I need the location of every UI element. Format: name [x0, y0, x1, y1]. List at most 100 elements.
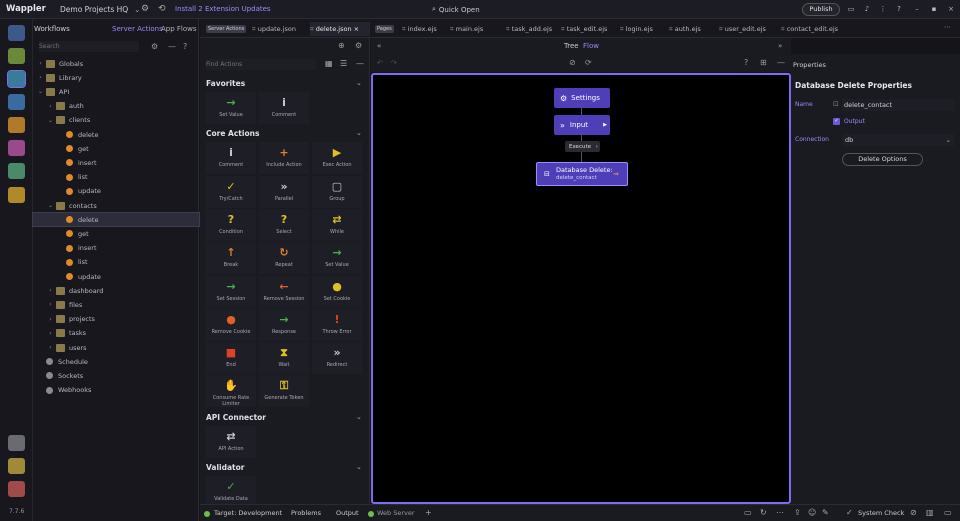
workflow-search-input[interactable]: [39, 41, 139, 52]
undo-icon[interactable]: ↶: [377, 59, 383, 67]
action-tile[interactable]: → Set Value: [312, 242, 362, 275]
disable-icon[interactable]: ⊘: [569, 58, 576, 67]
action-tile[interactable]: + Include Action: [259, 142, 309, 175]
extension-updates-link[interactable]: Install 2 Extension Updates: [175, 5, 271, 13]
action-tile[interactable]: ? Select: [259, 208, 309, 241]
name-input[interactable]: delete_contact: [842, 99, 954, 111]
action-tile[interactable]: ✋ Consume Rate Limiter: [206, 375, 256, 408]
action-tile[interactable]: ✓ Try/Catch: [206, 175, 256, 208]
help-icon[interactable]: ?: [744, 58, 748, 67]
tree-item[interactable]: › projects: [33, 313, 199, 326]
action-tile[interactable]: ▶ Exec Action: [312, 142, 362, 175]
tree-item[interactable]: › users: [33, 341, 199, 354]
tree-item[interactable]: › Library: [33, 71, 199, 84]
more-icon[interactable]: ⋯: [776, 508, 784, 517]
collapse-icon[interactable]: —: [777, 58, 785, 67]
tree-item[interactable]: list: [33, 171, 199, 184]
refresh-icon[interactable]: ↻: [760, 508, 767, 517]
input-node[interactable]: » Input ▶: [554, 115, 610, 135]
action-tile[interactable]: » Redirect: [312, 342, 362, 375]
collapse-icon[interactable]: —: [356, 59, 364, 68]
help-icon[interactable]: ?: [894, 4, 904, 14]
action-tile[interactable]: » Parallel: [259, 175, 309, 208]
link-icon[interactable]: ⟳: [585, 58, 592, 67]
redo-icon[interactable]: ↷: [391, 59, 397, 67]
flow-view-toggle[interactable]: Flow: [583, 42, 599, 50]
webserver-tab[interactable]: Web Server: [377, 509, 415, 517]
action-tile[interactable]: → Set Value: [206, 92, 256, 124]
list-view-icon[interactable]: ☰: [340, 59, 347, 68]
action-tile[interactable]: ⇄ API Action: [206, 425, 256, 458]
share-icon[interactable]: ⇪: [794, 508, 801, 517]
database-delete-node[interactable]: ⊟ Database Delete: delete_contact ⇒: [536, 162, 628, 186]
tree-item[interactable]: get: [33, 227, 199, 240]
gear-icon[interactable]: ⚙: [355, 41, 362, 50]
add-icon[interactable]: +: [425, 508, 432, 517]
action-tile[interactable]: i Comment: [206, 142, 256, 175]
output-checkbox[interactable]: ✓: [833, 118, 840, 125]
action-tile[interactable]: ⚿ Generate Token: [259, 375, 309, 408]
more-icon[interactable]: ⋯: [944, 23, 951, 31]
add-icon[interactable]: ⊕: [338, 41, 345, 50]
settings-node[interactable]: ⚙ Settings: [554, 88, 610, 108]
section-header[interactable]: Core Actions: [206, 129, 259, 138]
help-icon[interactable]: ?: [183, 42, 187, 51]
editor-tab[interactable]: ⌗ auth.ejs: [669, 22, 719, 36]
action-tile[interactable]: ■ End: [206, 342, 256, 375]
add-step-icon[interactable]: ⊞: [760, 58, 767, 67]
tree-item[interactable]: ⌄ contacts: [33, 199, 199, 212]
target-selector[interactable]: Target: Development: [214, 509, 282, 517]
connection-select[interactable]: db ⌄: [842, 134, 954, 146]
quick-open-button[interactable]: ⌕ Quick Open: [432, 5, 480, 14]
tree-item[interactable]: › Globals: [33, 57, 199, 70]
server-connect-icon[interactable]: [7, 70, 26, 88]
tree-item[interactable]: list: [33, 256, 199, 269]
action-tile[interactable]: → Set Session: [206, 275, 256, 308]
action-tile[interactable]: i Comment: [259, 92, 309, 124]
action-tile[interactable]: ← Remove Session: [259, 275, 309, 308]
editor-tab[interactable]: ⌗ task_add.ejs: [506, 22, 561, 36]
chevron-down-icon[interactable]: ⌄: [356, 413, 362, 421]
gear-icon[interactable]: [8, 458, 25, 474]
expand-icon[interactable]: »: [778, 42, 782, 50]
tree-item[interactable]: update: [33, 185, 199, 198]
tree-item[interactable]: › auth: [33, 100, 199, 113]
database-icon[interactable]: [8, 94, 25, 110]
problems-tab[interactable]: Problems: [291, 509, 321, 517]
tree-view-toggle[interactable]: Tree: [564, 42, 579, 50]
editor-tab[interactable]: ⌗ user_edit.ejs: [719, 22, 781, 36]
design-icon[interactable]: [8, 140, 25, 156]
settings-icon[interactable]: ⚙: [151, 42, 158, 51]
tree-item[interactable]: ⌄ clients: [33, 114, 199, 127]
tree-item[interactable]: update: [33, 270, 199, 283]
chevron-down-icon[interactable]: ⌄: [356, 79, 362, 87]
tree-item[interactable]: get: [33, 142, 199, 155]
chevron-down-icon[interactable]: ⌄: [356, 129, 362, 137]
action-tile[interactable]: ● Set Cookie: [312, 275, 362, 308]
layout-icon[interactable]: ▭: [846, 4, 856, 14]
flow-canvas[interactable]: ⚙ Settings » Input ▶ Execute › ⊟ Databas…: [371, 73, 791, 504]
grid-view-icon[interactable]: ▦: [325, 59, 333, 68]
action-tile[interactable]: ? Condition: [206, 208, 256, 241]
tree-item[interactable]: ⌄ API: [33, 85, 199, 98]
action-tile[interactable]: ⇄ While: [312, 208, 362, 241]
system-check-button[interactable]: System Check: [858, 509, 904, 517]
tree-item[interactable]: › dashboard: [33, 284, 199, 297]
action-tile[interactable]: ! Throw Error: [312, 308, 362, 341]
maximize-icon[interactable]: ▪: [929, 4, 939, 14]
close-tab-icon[interactable]: ×: [352, 25, 359, 33]
output-tab[interactable]: Output: [336, 509, 359, 517]
robot-icon[interactable]: [8, 187, 25, 203]
disable-icon[interactable]: ⊘: [910, 508, 917, 517]
tree-item[interactable]: delete: [33, 128, 199, 141]
section-header[interactable]: Validator: [206, 463, 244, 472]
publish-button[interactable]: Publish: [802, 3, 840, 16]
account-icon[interactable]: [8, 481, 25, 497]
settings-icon[interactable]: ⚙: [141, 4, 149, 14]
like-icon[interactable]: ☺: [808, 508, 816, 517]
chat-icon[interactable]: ✎: [822, 508, 829, 517]
layout-icon[interactable]: ▭: [744, 508, 752, 517]
tab-app-flows[interactable]: App Flows: [161, 25, 197, 33]
layers-icon[interactable]: [8, 163, 25, 179]
action-tile[interactable]: ● Remove Cookie: [206, 308, 256, 341]
